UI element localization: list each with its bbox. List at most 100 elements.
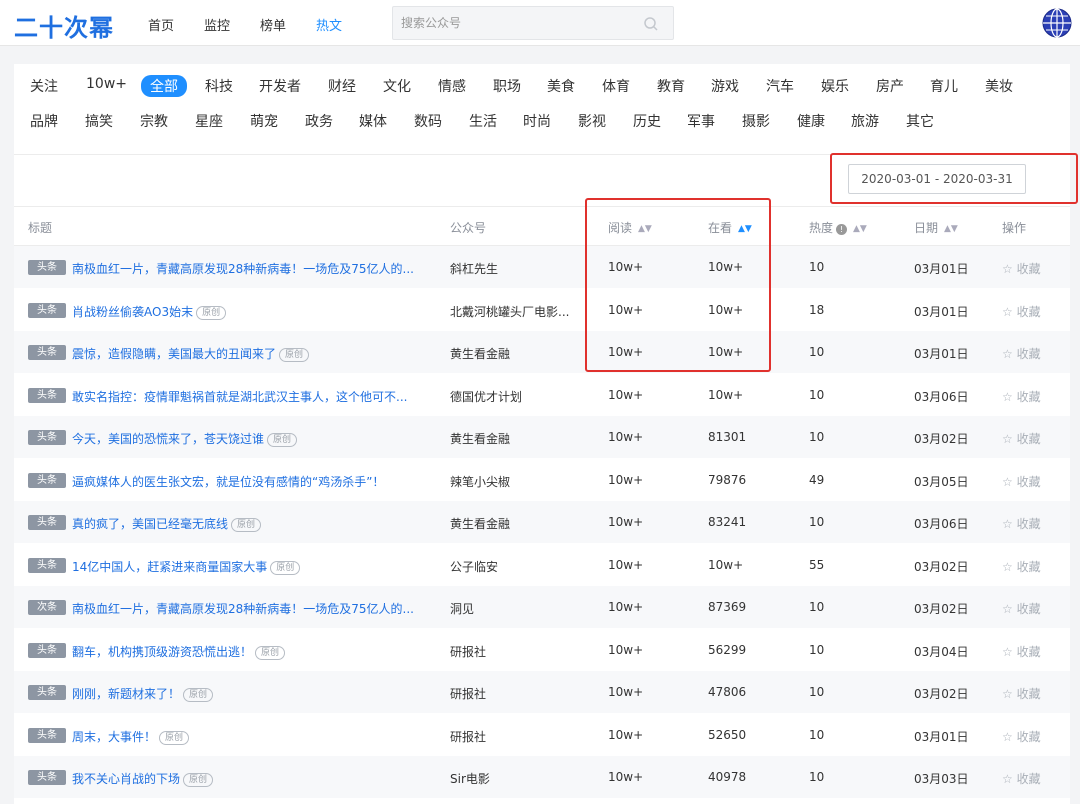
header-heat[interactable]: 热度! ▲▼	[809, 219, 867, 236]
article-title-link[interactable]: 逼疯媒体人的医生张文宏，就是位没有感情的“鸡汤杀手”！	[72, 473, 384, 490]
category-tab[interactable]: 旅游	[851, 111, 879, 131]
nav-item-monitor[interactable]: 监控	[204, 15, 230, 34]
search-icon[interactable]	[643, 16, 659, 32]
account-name[interactable]: 德国优才计划	[450, 388, 522, 405]
nav-item-home[interactable]: 首页	[148, 15, 174, 34]
table-row[interactable]: 头条 震惊，造假隐瞒，美国最大的丑闻来了 原创 黄生看金融 10w+ 10w+ 10 03月0…	[14, 331, 1070, 373]
category-tab-active[interactable]: 全部	[141, 75, 187, 97]
article-title-link[interactable]: 我不关心肖战的下场 原创	[72, 770, 214, 787]
account-name[interactable]: 斜杠先生	[450, 260, 498, 277]
article-title-link[interactable]: 刚刚，新题材来了！ 原创	[72, 685, 214, 702]
category-tab[interactable]: 文化	[383, 76, 411, 96]
globe-avatar-icon[interactable]	[1042, 8, 1072, 38]
favorite-button[interactable]: ☆ 收藏	[1002, 430, 1041, 447]
favorite-button[interactable]: ☆ 收藏	[1002, 473, 1041, 490]
account-name[interactable]: 辣笔小尖椒	[450, 473, 510, 490]
account-name[interactable]: 洞见	[450, 600, 474, 617]
article-title-link[interactable]: 敢实名指控：疫情罪魁祸首就是湖北武汉主事人，这个他可不...	[72, 388, 407, 405]
account-name[interactable]: 公子临安	[450, 558, 498, 575]
table-row[interactable]: 头条 敢实名指控：疫情罪魁祸首就是湖北武汉主事人，这个他可不... 德国优才计划 10…	[14, 374, 1070, 416]
favorite-button[interactable]: ☆ 收藏	[1002, 558, 1041, 575]
category-tab[interactable]: 美食	[547, 76, 575, 96]
favorite-button[interactable]: ☆ 收藏	[1002, 345, 1041, 362]
article-title-link[interactable]: 14亿中国人，赶紧进来商量国家大事 原创	[72, 558, 301, 575]
search-input[interactable]	[401, 14, 631, 32]
category-tab[interactable]: 关注	[30, 76, 58, 96]
article-title-link[interactable]: 肖战粉丝偷袭AO3始末 原创	[72, 303, 227, 320]
account-name[interactable]: 研报社	[450, 643, 486, 660]
category-tab[interactable]: 财经	[328, 76, 356, 96]
table-row[interactable]: 头条 南极血红一片，青藏高原发现28种新病毒！一场危及75亿人的... 斜杠先生 10…	[14, 246, 1070, 288]
nav-item-hot-articles[interactable]: 热文	[316, 15, 342, 34]
category-tab[interactable]: 历史	[633, 111, 661, 131]
article-title-link[interactable]: 震惊，造假隐瞒，美国最大的丑闻来了 原创	[72, 345, 310, 362]
category-tab[interactable]: 萌宠	[250, 111, 278, 131]
table-row[interactable]: 头条 真的疯了，美国已经毫无底线 原创 黄生看金融 10w+ 83241 10 03月06日 ☆…	[14, 501, 1070, 543]
category-tab[interactable]: 娱乐	[821, 76, 849, 96]
favorite-button[interactable]: ☆ 收藏	[1002, 388, 1041, 405]
table-row[interactable]: 头条 周末，大事件！ 原创 研报社 10w+ 52650 10 03月01日 ☆ 收藏	[14, 714, 1070, 756]
article-title-link[interactable]: 今天，美国的恐慌来了，苍天饶过谁 原创	[72, 430, 298, 447]
nav-item-ranking[interactable]: 榜单	[260, 15, 286, 34]
category-tab[interactable]: 军事	[687, 111, 715, 131]
sort-caret-icon[interactable]: ▲▼	[853, 224, 867, 234]
category-tab[interactable]: 开发者	[259, 76, 301, 96]
favorite-button[interactable]: ☆ 收藏	[1002, 770, 1041, 787]
article-title-link[interactable]: 南极血红一片，青藏高原发现28种新病毒！一场危及75亿人的...	[72, 260, 414, 277]
account-name[interactable]: 研报社	[450, 685, 486, 702]
category-tab[interactable]: 健康	[797, 111, 825, 131]
table-row[interactable]: 头条 刚刚，新题材来了！ 原创 研报社 10w+ 47806 10 03月02日 ☆ 收藏	[14, 671, 1070, 713]
article-title-link[interactable]: 真的疯了，美国已经毫无底线 原创	[72, 515, 262, 532]
article-title-link[interactable]: 周末，大事件！ 原创	[72, 728, 190, 745]
category-tab[interactable]: 其它	[906, 111, 934, 131]
category-tab[interactable]: 科技	[205, 76, 233, 96]
category-tab[interactable]: 星座	[195, 111, 223, 131]
category-tab[interactable]: 育儿	[930, 76, 958, 96]
category-tab[interactable]: 数码	[414, 111, 442, 131]
table-row[interactable]: 头条 逼疯媒体人的医生张文宏，就是位没有感情的“鸡汤杀手”！ 辣笔小尖椒 10w+ 79…	[14, 459, 1070, 501]
table-row[interactable]: 头条 14亿中国人，赶紧进来商量国家大事 原创 公子临安 10w+ 10w+ 55 03月02…	[14, 544, 1070, 586]
category-tab[interactable]: 情感	[438, 76, 466, 96]
category-tab[interactable]: 时尚	[523, 111, 551, 131]
category-tab[interactable]: 搞笑	[85, 111, 113, 131]
account-name[interactable]: 黄生看金融	[450, 430, 510, 447]
category-tab[interactable]: 影视	[578, 111, 606, 131]
category-tab[interactable]: 媒体	[359, 111, 387, 131]
sort-caret-icon[interactable]: ▲▼	[944, 224, 958, 234]
category-tab[interactable]: 10w+	[86, 76, 127, 92]
table-row[interactable]: 头条 翻车，机构携顶级游资恐慌出逃！ 原创 研报社 10w+ 56299 10 03月04日 ☆…	[14, 629, 1070, 671]
favorite-button[interactable]: ☆ 收藏	[1002, 260, 1041, 277]
account-name[interactable]: Sir电影	[450, 770, 490, 787]
category-tab[interactable]: 品牌	[30, 111, 58, 131]
table-row[interactable]: 次条 南极血红一片，青藏高原发现28种新病毒！一场危及75亿人的... 洞见 10w+…	[14, 586, 1070, 628]
favorite-button[interactable]: ☆ 收藏	[1002, 303, 1041, 320]
account-name[interactable]: 研报社	[450, 728, 486, 745]
category-tab[interactable]: 职场	[493, 76, 521, 96]
account-name[interactable]: 黄生看金融	[450, 515, 510, 532]
table-row[interactable]: 头条 肖战粉丝偷袭AO3始末 原创 北戴河桃罐头厂电影... 10w+ 10w+ 18 03月…	[14, 289, 1070, 331]
account-name[interactable]: 黄生看金融	[450, 345, 510, 362]
category-tab[interactable]: 生活	[469, 111, 497, 131]
favorite-button[interactable]: ☆ 收藏	[1002, 600, 1041, 617]
table-row[interactable]: 头条 我不关心肖战的下场 原创 Sir电影 10w+ 40978 10 03月03日 ☆ 收藏	[14, 756, 1070, 798]
header-date[interactable]: 日期 ▲▼	[914, 219, 958, 236]
category-tab[interactable]: 汽车	[766, 76, 794, 96]
article-title-link[interactable]: 南极血红一片，青藏高原发现28种新病毒！一场危及75亿人的...	[72, 600, 414, 617]
category-tab[interactable]: 体育	[602, 76, 630, 96]
category-tab[interactable]: 游戏	[711, 76, 739, 96]
category-tab[interactable]: 房产	[876, 76, 904, 96]
favorite-button[interactable]: ☆ 收藏	[1002, 728, 1041, 745]
category-tab[interactable]: 政务	[305, 111, 333, 131]
category-tab[interactable]: 摄影	[742, 111, 770, 131]
info-icon[interactable]: !	[836, 224, 848, 235]
favorite-button[interactable]: ☆ 收藏	[1002, 643, 1041, 660]
account-name[interactable]: 北戴河桃罐头厂电影...	[450, 303, 569, 320]
article-title-link[interactable]: 翻车，机构携顶级游资恐慌出逃！ 原创	[72, 643, 286, 660]
category-tab[interactable]: 美妆	[985, 76, 1013, 96]
site-logo[interactable]: 二十次幂	[14, 8, 114, 43]
table-row[interactable]: 头条 今天，美国的恐慌来了，苍天饶过谁 原创 黄生看金融 10w+ 81301 10 03月0…	[14, 416, 1070, 458]
favorite-button[interactable]: ☆ 收藏	[1002, 515, 1041, 532]
favorite-button[interactable]: ☆ 收藏	[1002, 685, 1041, 702]
category-tab[interactable]: 教育	[657, 76, 685, 96]
category-tab[interactable]: 宗教	[140, 111, 168, 131]
